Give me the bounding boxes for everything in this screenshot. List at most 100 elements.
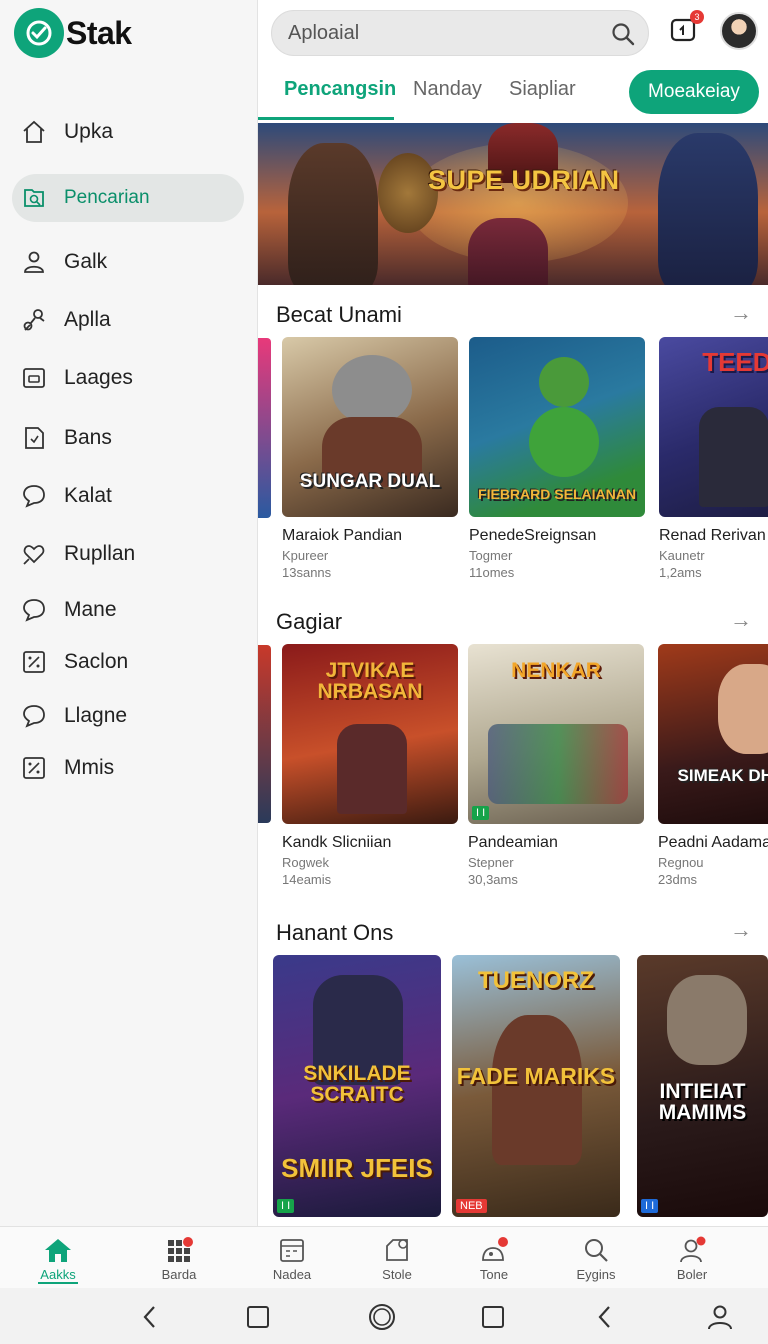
- sidebar-item-mmis[interactable]: Mmis: [12, 744, 244, 792]
- notifications-button[interactable]: 3: [668, 10, 704, 46]
- featured-banner[interactable]: SUPE UDRIAN: [258, 123, 768, 285]
- notification-badge: 3: [690, 10, 704, 24]
- bottom-nav-tone[interactable]: Tone: [449, 1235, 539, 1282]
- game-art-title: SIMEAK DHDAIK: [677, 766, 768, 785]
- game-meta: 13sanns: [282, 565, 332, 580]
- tab-nanday[interactable]: Nanday: [413, 78, 482, 101]
- game-meta: 23dms: [658, 872, 698, 887]
- card-peek-left[interactable]: [258, 645, 271, 823]
- game-art: JTVIKAE NRBASAN: [282, 644, 458, 824]
- tag-icon: [449, 1235, 539, 1265]
- game-art-title: SNKILADE SCRAITC: [303, 1062, 411, 1106]
- game-name: Kandk Slicniian: [282, 834, 392, 851]
- bottom-nav-eygins[interactable]: Eygins: [551, 1235, 641, 1282]
- app-name: Stak: [66, 14, 132, 51]
- chat-icon: [20, 596, 48, 624]
- back-icon[interactable]: [135, 1302, 165, 1332]
- game-card[interactable]: TEEDO Renad Rerivan Kaunetr 1,2ams: [659, 337, 768, 580]
- bottom-nav-boler[interactable]: Boler: [647, 1235, 737, 1282]
- sidebar-item-bans[interactable]: Bans: [12, 414, 244, 462]
- search-icon[interactable]: [610, 21, 636, 52]
- tab-pencangsin[interactable]: Pencangsin: [284, 78, 396, 101]
- sidebar-item-rupllan[interactable]: Rupllan: [12, 530, 244, 578]
- avatar[interactable]: [720, 12, 758, 50]
- warrior-figure: [337, 724, 407, 814]
- game-card[interactable]: JTVIKAE NRBASAN Kandk Slicniian Rogwek 1…: [282, 644, 458, 887]
- sidebar-item-saclon[interactable]: Saclon: [12, 638, 244, 686]
- sidebar-item-laages[interactable]: Laages: [12, 354, 244, 402]
- sidebar-item-llagne[interactable]: Llagne: [12, 692, 244, 740]
- bottom-nav-barda[interactable]: Barda: [134, 1235, 224, 1282]
- game-card[interactable]: SUNGAR DUAL Maraiok Pandian Kpureer 13sa…: [282, 337, 458, 580]
- game-meta: 1,2ams: [659, 565, 702, 580]
- bottom-nav-label: Stole: [382, 1267, 412, 1282]
- game-card[interactable]: SNKILADE SCRAITC SMIIR JFEIS I I: [273, 955, 441, 1217]
- search-input[interactable]: [288, 21, 588, 45]
- sidebar-item-galk[interactable]: Galk: [12, 238, 244, 286]
- game-card[interactable]: SIMEAK DHDAIK Peadni Aadaman Regnou 23dm…: [658, 644, 768, 887]
- game-art-subtitle: FADE MARIKS: [456, 1063, 616, 1089]
- scissors-icon: [20, 306, 48, 334]
- recents-icon[interactable]: [478, 1302, 508, 1332]
- sidebar-item-label: Galk: [64, 250, 108, 273]
- tab-siapliar[interactable]: Siapliar: [509, 78, 576, 101]
- back-icon[interactable]: [590, 1302, 620, 1332]
- recents-icon[interactable]: [243, 1302, 273, 1332]
- percent-icon: [20, 648, 48, 676]
- sidebar-item-label: Pencarian: [64, 187, 150, 208]
- bottom-nav-label: Aakks: [40, 1267, 76, 1282]
- hero-figure-right: [658, 133, 758, 285]
- sidebar-item-kalat[interactable]: Kalat: [12, 472, 244, 520]
- card-peek-left[interactable]: [258, 338, 271, 518]
- sidebar-item-label: Kalat: [64, 484, 112, 507]
- bottom-nav-stole[interactable]: Stole: [352, 1235, 442, 1282]
- home-button-icon[interactable]: [367, 1302, 397, 1332]
- beast-figure: [667, 975, 747, 1065]
- sidebar-item-pencarian[interactable]: Pencarian: [12, 174, 244, 222]
- game-card[interactable]: NENKAR I I Pandeamian Stepner 30,3ams: [468, 644, 644, 887]
- account-icon[interactable]: [705, 1302, 735, 1332]
- search-bar[interactable]: [271, 10, 649, 56]
- game-art-title: FIEBRARD SELAIANAN: [478, 486, 636, 502]
- sidebar-item-aplla[interactable]: Aplla: [12, 296, 244, 344]
- logo-check-icon: [14, 8, 64, 58]
- game-name: Pandeamian: [468, 834, 558, 851]
- sidebar-item-label: Mane: [64, 598, 117, 621]
- sidebar-item-label: Rupllan: [64, 542, 136, 565]
- arrow-right-icon[interactable]: →: [730, 300, 752, 326]
- bottom-nav-aakks[interactable]: Aakks: [13, 1235, 103, 1282]
- game-card[interactable]: INTIEIAT MAMIMS I I: [637, 955, 768, 1217]
- game-card[interactable]: FIEBRARD SELAIANAN PenedeSreignsan Togme…: [469, 337, 645, 580]
- heart-icon: [20, 540, 48, 568]
- game-art-title: INTIEIAT MAMIMS: [658, 1080, 747, 1124]
- game-developer: Rogwek: [282, 855, 329, 870]
- active-tab-indicator: [258, 117, 394, 120]
- hero-figure-left: [288, 143, 378, 285]
- game-card[interactable]: TUENORZ FADE MARIKS NEB: [452, 955, 620, 1217]
- mascot-body: [529, 407, 599, 477]
- banner-title: SUPE UDRIAN: [428, 165, 620, 195]
- game-art-title: TUENORZ: [478, 967, 594, 994]
- app-logo[interactable]: Stak: [14, 8, 132, 58]
- cta-button[interactable]: Moeakeiay: [629, 70, 759, 114]
- hero-figure-center: [468, 218, 548, 285]
- bottom-nav-nadea[interactable]: Nadea: [247, 1235, 337, 1282]
- game-name: Renad Rerivan: [659, 527, 766, 544]
- bottom-nav-indicator: [38, 1282, 78, 1284]
- home-icon: [13, 1235, 103, 1265]
- section-title: Becat Unami: [276, 302, 402, 327]
- person-icon: [647, 1235, 737, 1265]
- game-art-title: NENKAR: [511, 659, 601, 682]
- system-nav-bar: [0, 1288, 768, 1344]
- sidebar-item-label: Aplla: [64, 308, 111, 331]
- sidebar: Stak Upka Pencarian Galk Aplla Laages Ba…: [0, 0, 258, 1226]
- sidebar-item-mane[interactable]: Mane: [12, 586, 244, 634]
- game-art: FIEBRARD SELAIANAN: [469, 337, 645, 517]
- bottom-nav-label: Eygins: [576, 1267, 616, 1282]
- game-meta: 11omes: [469, 565, 515, 580]
- sidebar-item-upka[interactable]: Upka: [12, 108, 244, 156]
- game-name: Maraiok Pandian: [282, 527, 403, 544]
- arrow-right-icon[interactable]: →: [730, 607, 752, 633]
- game-art-title: TEEDO: [702, 347, 768, 377]
- arrow-right-icon[interactable]: →: [730, 917, 752, 943]
